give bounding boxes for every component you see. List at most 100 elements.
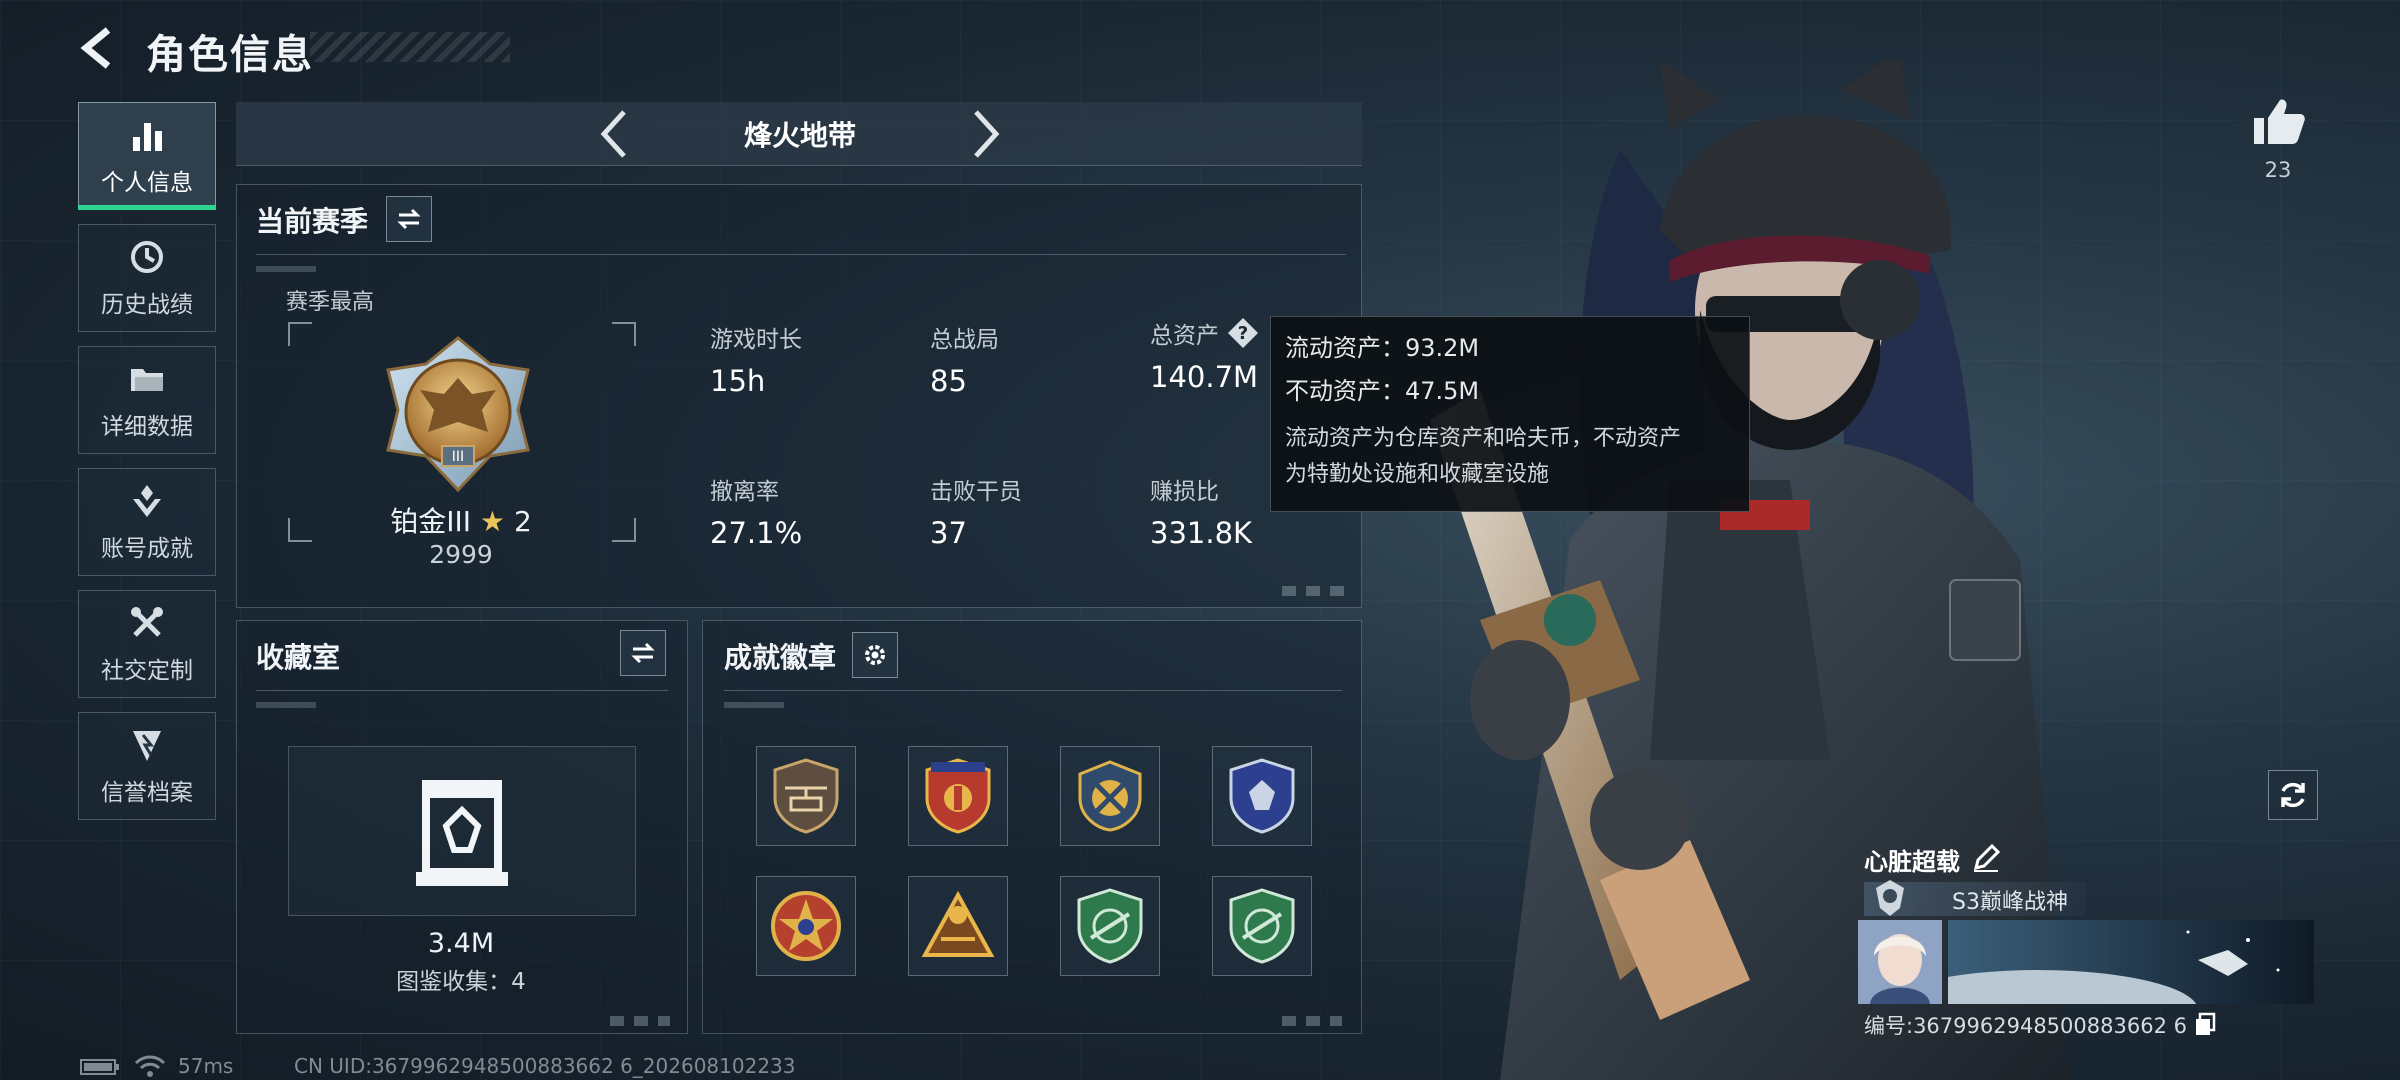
rank-score: 2999 xyxy=(429,540,493,569)
red-star-badge-icon xyxy=(771,891,841,961)
footer-uid: CN UID:3679962948500883662 6_20260810223… xyxy=(294,1054,796,1078)
badge-slot[interactable] xyxy=(756,876,856,976)
stat-value: 37 xyxy=(930,516,967,550)
stat-label: 总战局 xyxy=(930,327,999,353)
badge-slot[interactable] xyxy=(756,746,856,846)
collection-count: 图鉴收集：4 xyxy=(396,969,526,995)
player-title: S3巅峰战神 xyxy=(1952,890,2068,915)
rank-name-row: 铂金III ★ 2 xyxy=(300,500,622,540)
refresh-button[interactable] xyxy=(2268,770,2318,820)
season-divider xyxy=(256,254,1346,255)
deco-line xyxy=(724,702,784,708)
player-uid: 编号:3679962948500883662 6 xyxy=(1864,1014,2187,1038)
tooltip-desc-line: 流动资产为仓库资产和哈夫币，不动资产 xyxy=(1285,426,1682,451)
collection-switch-button[interactable] xyxy=(620,630,666,676)
ping-indicator: 57ms xyxy=(178,1054,234,1078)
stat-kills: 击败干员 37 xyxy=(930,472,1130,550)
badge-title: 成就徽章 xyxy=(724,641,837,674)
star-shield-badge-icon xyxy=(925,758,991,834)
stat-extract-rate: 撤离率 27.1% xyxy=(710,472,910,550)
nav-label: 信誉档案 xyxy=(101,780,193,806)
copy-icon[interactable] xyxy=(2194,1012,2216,1036)
triangle-s4-badge-icon xyxy=(921,891,995,957)
help-icon[interactable]: ? xyxy=(1227,317,1259,349)
folder-icon xyxy=(131,369,163,391)
tooltip-desc-line: 为特勤处设施和收藏室设施 xyxy=(1285,462,1550,487)
nav-item-history[interactable]: 历史战绩 xyxy=(78,224,216,332)
back-arrow-icon[interactable] xyxy=(78,26,122,70)
nav-label: 个人信息 xyxy=(101,170,193,196)
chevron-left-icon[interactable] xyxy=(594,108,634,160)
gear-icon xyxy=(865,645,885,665)
assets-tooltip: 流动资产：93.2M 不动资产：47.5M 流动资产为仓库资产和哈夫币，不动资产… xyxy=(1270,316,1750,512)
stat-label: 游戏时长 xyxy=(710,327,802,353)
helicopter-badge-icon xyxy=(773,758,839,834)
svg-text:?: ? xyxy=(1238,323,1248,344)
stat-value: 27.1% xyxy=(710,516,803,550)
stat-label: 击败干员 xyxy=(930,479,1022,505)
chevron-right-icon[interactable] xyxy=(966,108,1006,160)
stat-value: 331.8K xyxy=(1150,516,1253,550)
star-icon: ★ xyxy=(479,505,506,538)
battery-icon xyxy=(80,1059,119,1075)
badge-slot[interactable] xyxy=(1060,746,1160,846)
tooltip-fixed-assets: 不动资产：47.5M xyxy=(1285,377,1480,405)
wifi-icon xyxy=(134,1055,166,1077)
stat-label: 撤离率 xyxy=(710,479,779,505)
badge-slot[interactable] xyxy=(1060,876,1160,976)
rank-name: 铂金III xyxy=(390,505,472,538)
nav-item-personal-info[interactable]: 个人信息 xyxy=(78,102,216,210)
corner-decoration xyxy=(1282,1016,1342,1026)
stat-total-matches: 总战局 85 xyxy=(930,320,1130,398)
nav-item-credit[interactable]: 信誉档案 xyxy=(78,712,216,820)
rank-stars: 2 xyxy=(513,505,532,538)
corner-decoration xyxy=(610,1016,670,1026)
nav-item-detailed-data[interactable]: 详细数据 xyxy=(78,346,216,454)
season-title: 当前赛季 xyxy=(256,205,369,238)
nav-item-achievements[interactable]: 账号成就 xyxy=(78,468,216,576)
green-rifle-badge-icon-2 xyxy=(1229,888,1295,964)
deco-line xyxy=(256,702,316,708)
green-rifle-badge-icon xyxy=(1077,888,1143,964)
badge-slot[interactable] xyxy=(1212,876,1312,976)
player-avatar[interactable] xyxy=(1858,920,1942,1004)
history-icon xyxy=(131,241,163,273)
badge-slot[interactable] xyxy=(908,876,1008,976)
nav-label: 账号成就 xyxy=(101,536,193,562)
stat-play-time: 游戏时长 15h xyxy=(710,320,910,398)
badge-divider xyxy=(724,690,1342,691)
credit-shield-icon xyxy=(133,731,161,761)
season-switch-button[interactable] xyxy=(386,196,432,242)
title-emblem-icon xyxy=(1876,880,1904,916)
page-title: 角色信息 xyxy=(146,32,314,78)
badge-settings-button[interactable] xyxy=(852,632,898,678)
swap-icon xyxy=(631,642,655,664)
svg-text:III: III xyxy=(452,449,464,465)
thumbs-up-icon[interactable] xyxy=(2250,96,2306,146)
tooltip-description: 流动资产为仓库资产和哈夫币，不动资产 为特勤处设施和收藏室设施 xyxy=(1285,421,1735,493)
nav-label: 详细数据 xyxy=(101,414,193,440)
mode-title: 烽火地带 xyxy=(743,119,856,152)
collection-divider xyxy=(256,690,668,691)
tooltip-liquid-assets: 流动资产：93.2M xyxy=(1285,334,1480,362)
bar-chart-icon xyxy=(133,123,162,151)
blue-shield-badge-icon xyxy=(1229,758,1295,834)
refresh-icon xyxy=(2281,782,2305,808)
swap-icon xyxy=(397,208,421,230)
nav-label: 历史战绩 xyxy=(101,292,193,318)
edit-pencil-icon[interactable] xyxy=(1972,844,2000,872)
like-count: 23 xyxy=(2264,158,2292,182)
collection-title: 收藏室 xyxy=(256,641,341,674)
display-case-icon xyxy=(416,780,508,886)
corner-decoration xyxy=(1282,586,1352,596)
player-name: 心脏超载 xyxy=(1864,848,1960,876)
stat-value: 85 xyxy=(930,364,967,398)
stat-label: 总资产 xyxy=(1150,323,1219,349)
nav-label: 社交定制 xyxy=(101,658,193,684)
stat-value: 15h xyxy=(710,364,766,398)
collection-value: 3.4M xyxy=(427,928,495,959)
badge-slot[interactable] xyxy=(908,746,1008,846)
player-banner[interactable] xyxy=(1948,920,2314,1004)
badge-slot[interactable] xyxy=(1212,746,1312,846)
nav-item-social[interactable]: 社交定制 xyxy=(78,590,216,698)
